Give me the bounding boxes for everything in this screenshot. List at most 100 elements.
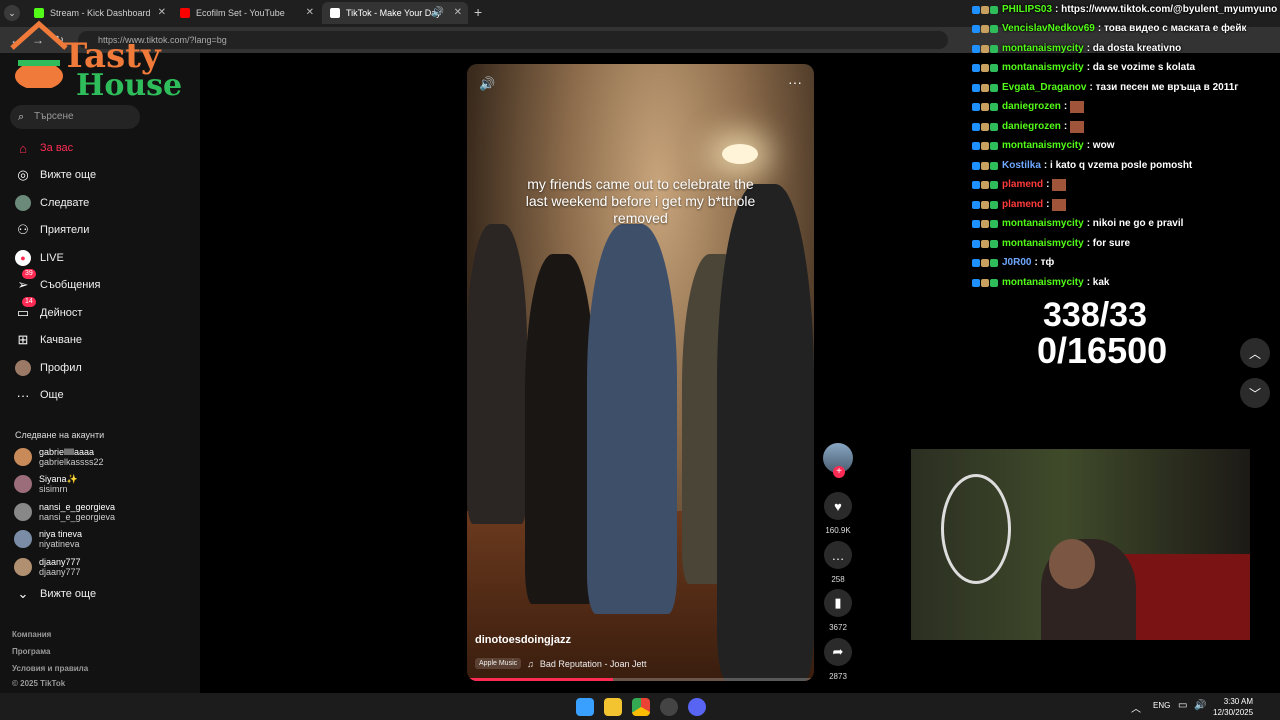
chat-username[interactable]: plamend xyxy=(1002,199,1043,210)
sidebar-item-following[interactable]: Следвате xyxy=(14,193,89,213)
account-item[interactable]: djaany777 djaany777 xyxy=(14,554,81,580)
chat-username[interactable]: Evgata_Draganov xyxy=(1002,82,1086,93)
chat-username[interactable]: daniegrozen xyxy=(1002,121,1061,132)
discord-icon[interactable] xyxy=(688,698,706,716)
volume-tray-icon[interactable]: 🔊 xyxy=(1194,700,1206,711)
person-figure xyxy=(587,224,677,614)
chat-username[interactable]: montanaismycity xyxy=(1002,277,1084,288)
chat-message: Evgata_Draganov: тази песен ме връща в 2… xyxy=(972,78,1238,97)
audio-playing-icon[interactable]: 🔊 xyxy=(432,7,444,18)
obs-icon[interactable] xyxy=(660,698,678,716)
tray-language[interactable]: ENG xyxy=(1153,701,1170,710)
chat-badges-icon xyxy=(972,24,999,33)
upload-icon: ⊞ xyxy=(17,332,29,347)
sidebar-item-activity[interactable]: ▭ 14 Дейност xyxy=(14,297,82,323)
avatar xyxy=(14,448,32,466)
chat-username[interactable]: daniegrozen xyxy=(1002,101,1061,112)
bookmark-icon[interactable]: ▮ xyxy=(824,589,852,617)
search-input[interactable]: ⌕ Търсене xyxy=(10,105,140,129)
friends-icon: ⚇ xyxy=(17,222,29,237)
share-action[interactable]: ➦ 2873 xyxy=(823,638,853,681)
chat-message: plamend: xyxy=(972,195,1067,214)
close-tab-icon[interactable]: ✕ xyxy=(158,7,166,18)
chat-emote-icon xyxy=(1052,178,1067,191)
close-tab-icon[interactable]: ✕ xyxy=(306,7,314,18)
footer-copyright: © 2025 TikTok xyxy=(12,679,66,688)
chat-message: VencislavNedkov69: това видео с маската … xyxy=(972,19,1246,38)
sidebar-item-messages[interactable]: ➢ 39 Съобщения xyxy=(14,269,100,295)
chat-message: montanaismycity: kak xyxy=(972,273,1110,292)
chat-badges-icon xyxy=(972,239,999,248)
activity-icon: ▭ 14 xyxy=(14,297,36,322)
account-item[interactable]: nansi_e_georgieva nansi_e_georgieva xyxy=(14,499,115,525)
comment-count: 258 xyxy=(831,575,845,584)
tab-title: Ecofilm Set - YouTube xyxy=(196,8,285,18)
tray-chevron-up-icon[interactable]: ︿ xyxy=(1131,700,1141,715)
chat-text: : for sure xyxy=(1086,238,1131,249)
person-figure xyxy=(467,224,527,524)
account-item[interactable]: Siyana✨ sisimrn xyxy=(14,471,78,497)
footer-terms[interactable]: Условия и правила xyxy=(12,664,88,673)
volume-icon[interactable]: 🔊 xyxy=(479,76,495,92)
chat-username[interactable]: plamend xyxy=(1002,179,1043,190)
sidebar-item-label: Приятели xyxy=(40,224,90,236)
sidebar-item-profile[interactable]: Профил xyxy=(14,358,82,378)
file-explorer-icon[interactable] xyxy=(604,698,622,716)
chat-username[interactable]: montanaismycity xyxy=(1002,43,1084,54)
save-action[interactable]: ▮ 3672 xyxy=(823,589,853,632)
new-tab-button[interactable]: + xyxy=(474,4,482,20)
comment-action[interactable]: … 258 xyxy=(823,541,853,584)
sidebar-item-explore[interactable]: ◎ Вижте още xyxy=(14,165,96,185)
tab-title: TikTok - Make Your Day xyxy=(346,8,441,18)
chat-badges-icon xyxy=(972,161,999,170)
sidebar-item-upload[interactable]: ⊞ Качване xyxy=(14,330,83,350)
account-handle: nansi_e_georgieva xyxy=(39,511,116,522)
like-action[interactable]: ♥ 160.9K xyxy=(823,492,853,535)
chat-username[interactable]: PHILIPS03 xyxy=(1002,4,1052,15)
url-field[interactable]: https://www.tiktok.com/?lang=bg xyxy=(78,31,948,49)
video-player[interactable]: my friends came out to celebrate the las… xyxy=(467,64,814,681)
chat-text: : kak xyxy=(1086,277,1110,288)
chat-username[interactable]: montanaismycity xyxy=(1002,218,1084,229)
chat-username[interactable]: montanaismycity xyxy=(1002,62,1084,73)
start-icon[interactable] xyxy=(576,698,594,716)
footer-program[interactable]: Програма xyxy=(12,647,50,656)
chat-username[interactable]: montanaismycity xyxy=(1002,238,1084,249)
previous-video-button[interactable]: ︿ xyxy=(1240,338,1270,368)
see-more-label: Вижте още xyxy=(40,588,97,600)
more-options-icon[interactable]: ··· xyxy=(788,74,802,90)
comment-icon[interactable]: … xyxy=(824,541,852,569)
close-tab-icon[interactable]: ✕ xyxy=(454,7,462,18)
follow-plus-icon[interactable]: + xyxy=(833,466,845,478)
video-music[interactable]: Apple Music ♫ Bad Reputation - Joan Jett xyxy=(475,658,646,669)
tab-youtube[interactable]: Ecofilm Set - YouTube ✕ xyxy=(172,2,320,24)
video-progress-bar[interactable] xyxy=(467,678,814,681)
tray-clock[interactable]: 3:30 AM 12/30/2025 xyxy=(1213,696,1253,718)
heart-icon[interactable]: ♥ xyxy=(824,492,852,520)
chat-username[interactable]: Kostilka xyxy=(1002,160,1041,171)
video-username[interactable]: dinotoesdoingjazz xyxy=(475,634,571,646)
footer-company[interactable]: Компания xyxy=(12,630,51,639)
chat-badges-icon xyxy=(972,278,999,287)
see-more-accounts[interactable]: ⌄ Вижте още xyxy=(14,584,97,604)
share-icon[interactable]: ➦ xyxy=(824,638,852,666)
sidebar-item-for-you[interactable]: ⌂ За вас xyxy=(14,138,73,158)
chat-username[interactable]: montanaismycity xyxy=(1002,140,1084,151)
chrome-icon[interactable] xyxy=(632,698,650,716)
account-item[interactable]: gabrielllllaaaa gabrielkassss22 xyxy=(14,444,104,470)
ceiling-lamp xyxy=(722,144,758,164)
sidebar-item-friends[interactable]: ⚇ Приятели xyxy=(14,220,89,240)
tasty-house-logo: Tasty House xyxy=(4,18,182,106)
next-video-button[interactable]: ﹀ xyxy=(1240,378,1270,408)
avatar xyxy=(14,503,32,521)
network-icon[interactable]: ▭ xyxy=(1178,700,1187,711)
account-handle: gabrielkassss22 xyxy=(39,456,104,467)
tab-tiktok[interactable]: TikTok - Make Your Day 🔊 ✕ xyxy=(322,2,468,24)
chat-username[interactable]: VencislavNedkov69 xyxy=(1002,23,1095,34)
account-item[interactable]: niya tineva niyatineva xyxy=(14,526,82,552)
sidebar-item-more[interactable]: ··· Още xyxy=(14,385,64,405)
avatar xyxy=(14,530,32,548)
account-name: djaany777 xyxy=(39,556,81,567)
sidebar-item-live[interactable]: ● LIVE xyxy=(14,248,64,268)
chat-username[interactable]: J0R00 xyxy=(1002,257,1031,268)
